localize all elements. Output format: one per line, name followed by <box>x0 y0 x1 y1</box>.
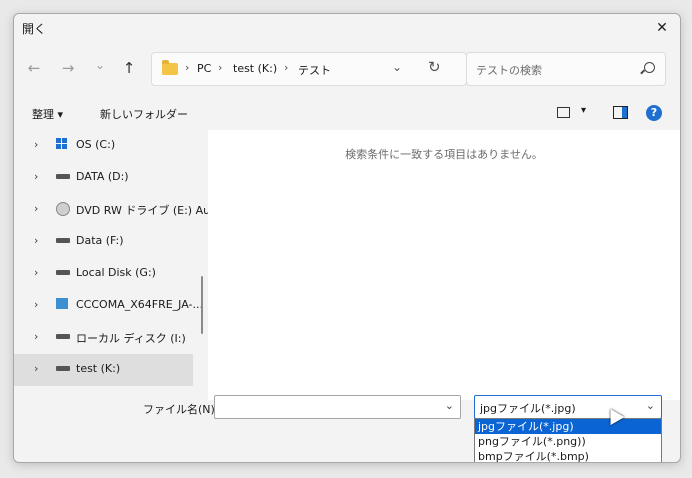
refresh-icon[interactable]: ↻ <box>428 58 441 76</box>
filename-input[interactable]: ⌄ <box>214 395 461 419</box>
address-bar[interactable]: › PC › test (K:) › テスト ⌄ ↻ <box>151 52 467 86</box>
nav-item-label: DATA (D:) <box>76 170 129 183</box>
filetype-selected-value: jpgファイル(*.jpg) <box>480 402 576 415</box>
nav-item-dvd-e[interactable]: › DVD RW ドライブ (E:) Au <box>14 194 210 226</box>
drive-icon <box>56 174 70 179</box>
filename-label: ファイル名(N): <box>143 403 219 416</box>
back-icon[interactable]: ← <box>23 59 45 77</box>
windows-drive-icon <box>56 138 67 149</box>
navigation-pane: › OS (C:) › DATA (D:) › DVD RW ドライブ (E:)… <box>14 130 210 400</box>
nav-item-label: ローカル ディスク (I:) <box>76 332 186 345</box>
organize-button[interactable]: 整理 ▾ <box>32 106 63 122</box>
file-list-pane[interactable]: 検索条件に一致する項目はありません。 <box>208 130 680 400</box>
expand-chevron-icon[interactable]: › <box>34 138 38 151</box>
nav-item-data-d[interactable]: › DATA (D:) <box>14 162 193 194</box>
nav-item-label: test (K:) <box>76 362 121 375</box>
nav-item-cccoma[interactable]: › CCCOMA_X64FRE_JA-... <box>14 290 203 322</box>
expand-chevron-icon[interactable]: › <box>34 330 38 343</box>
nav-item-local-disk-i[interactable]: › ローカル ディスク (I:) <box>14 322 193 354</box>
nav-item-data-f[interactable]: › Data (F:) <box>14 226 193 258</box>
filetype-option-bmp[interactable]: bmpファイル(*.bmp) <box>475 449 661 462</box>
view-mode-icon[interactable] <box>557 107 570 118</box>
address-history-chevron-icon[interactable]: ⌄ <box>392 60 402 74</box>
nav-item-test-k[interactable]: › test (K:) <box>14 354 193 386</box>
forward-icon[interactable]: → <box>57 59 79 77</box>
search-icon <box>644 62 655 73</box>
drive-icon <box>56 366 70 371</box>
iso-drive-icon <box>56 298 68 309</box>
filetype-option-png[interactable]: pngファイル(*.png)) <box>475 434 661 449</box>
close-icon[interactable]: ✕ <box>652 18 672 38</box>
breadcrumb-separator-icon: › <box>185 61 190 74</box>
expand-chevron-icon[interactable]: › <box>34 202 38 215</box>
drive-icon <box>56 334 70 339</box>
nav-item-label: Local Disk (G:) <box>76 266 156 279</box>
breadcrumb-separator-icon: › <box>218 61 223 74</box>
expand-chevron-icon[interactable]: › <box>34 170 38 183</box>
breadcrumb-drive[interactable]: test (K:) <box>233 62 277 75</box>
navpane-scrollbar[interactable] <box>201 276 203 334</box>
breadcrumb-separator-icon: › <box>284 61 289 74</box>
breadcrumb-folder[interactable]: テスト <box>298 62 331 78</box>
empty-results-message: 検索条件に一致する項目はありません。 <box>345 148 543 161</box>
search-box[interactable]: テストの検索 <box>466 52 666 86</box>
nav-item-os-c[interactable]: › OS (C:) <box>14 130 193 162</box>
folder-icon <box>162 60 178 75</box>
nav-item-label: Data (F:) <box>76 234 124 247</box>
filetype-select[interactable]: jpgファイル(*.jpg) ⌄ <box>474 395 662 419</box>
dialog-title: 開く <box>22 22 47 36</box>
breadcrumb-pc[interactable]: PC <box>197 62 211 75</box>
up-folder-icon[interactable]: ↑ <box>118 59 140 77</box>
recent-locations-icon[interactable]: ⌄ <box>89 58 111 72</box>
filetype-option-jpg[interactable]: jpgファイル(*.jpg) <box>475 419 661 434</box>
help-icon[interactable]: ? <box>646 105 662 121</box>
preview-pane-icon[interactable] <box>613 106 628 119</box>
expand-chevron-icon[interactable]: › <box>34 234 38 247</box>
new-folder-button[interactable]: 新しいフォルダー <box>100 106 188 122</box>
drive-icon <box>56 270 70 275</box>
nav-item-local-disk-g[interactable]: › Local Disk (G:) <box>14 258 193 290</box>
search-placeholder: テストの検索 <box>476 64 542 77</box>
drive-icon <box>56 238 70 243</box>
filetype-dropdown-list: jpgファイル(*.jpg) pngファイル(*.png)) bmpファイル(*… <box>474 418 662 462</box>
expand-chevron-icon[interactable]: › <box>34 298 38 311</box>
expand-chevron-icon[interactable]: › <box>34 266 38 279</box>
expand-chevron-icon[interactable]: › <box>34 362 38 375</box>
open-file-dialog: 開く ✕ ← → ⌄ ↑ › PC › test (K:) › テスト ⌄ ↻ … <box>13 13 681 463</box>
title-bar: 開く ✕ <box>14 14 680 44</box>
view-dropdown-icon[interactable]: ▾ <box>581 105 586 116</box>
chevron-down-icon[interactable]: ⌄ <box>445 399 454 412</box>
nav-item-label: OS (C:) <box>76 138 116 151</box>
chevron-down-icon[interactable]: ⌄ <box>646 399 655 412</box>
dvd-icon <box>56 202 70 216</box>
nav-item-label: DVD RW ドライブ (E:) Au <box>76 204 211 217</box>
nav-item-label: CCCOMA_X64FRE_JA-... <box>76 298 203 311</box>
